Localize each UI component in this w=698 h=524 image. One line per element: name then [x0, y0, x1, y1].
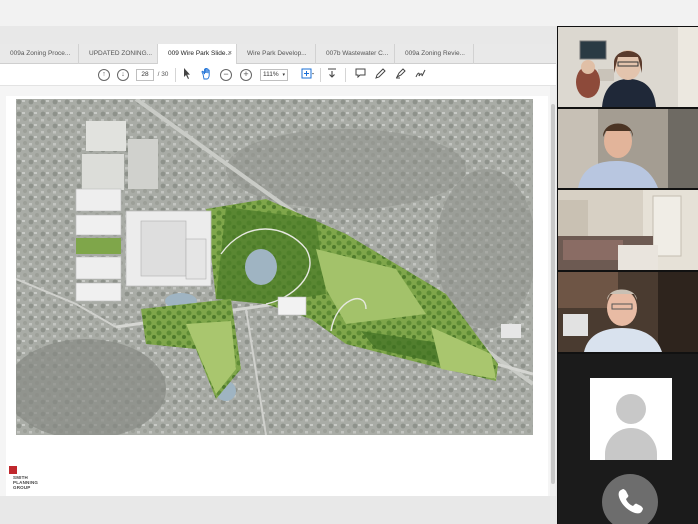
down-arrow-circle-icon[interactable]: ↓ — [117, 69, 129, 81]
tab-label: 009a Zoning Proce... — [10, 50, 71, 57]
tab-wastewater[interactable]: 007b Wastewater C... — [316, 44, 395, 64]
logo-text: SMITH PLANNING GROUP — [13, 475, 38, 490]
participant-video-4[interactable] — [558, 272, 698, 352]
tab-bar: 009a Zoning Proce... UPDATED ZONING... 0… — [0, 44, 556, 64]
tab-wire-park-development[interactable]: Wire Park Develop... — [237, 44, 316, 64]
sign-icon[interactable] — [414, 68, 426, 82]
tab-label: 009 Wire Park Slide... — [168, 50, 231, 57]
participant-video-frame — [558, 27, 698, 107]
site-plan-aerial-map — [16, 99, 533, 435]
participant-video-frame — [558, 109, 698, 188]
participant-video-frame — [558, 190, 698, 270]
smith-planning-logo: SMITH PLANNING GROUP — [9, 466, 69, 492]
participant-video-2[interactable] — [558, 109, 698, 188]
avatar-head — [616, 394, 646, 424]
close-icon[interactable]: × — [228, 44, 232, 64]
pdf-viewer: 009a Zoning Proce... UPDATED ZONING... 0… — [0, 44, 556, 496]
page-number-input[interactable]: 28 — [136, 69, 154, 81]
participant-video-5[interactable] — [558, 354, 698, 524]
tab-wire-park-slides[interactable]: 009 Wire Park Slide... × — [158, 44, 237, 64]
pdf-toolbar: ↑ ↓ 28 / 30 − + 111% ▾ — [0, 64, 556, 86]
user-avatar-icon — [590, 378, 672, 460]
tab-updated-zoning[interactable]: UPDATED ZONING... — [79, 44, 158, 64]
page-total: / 30 — [157, 71, 169, 78]
screen: 009a Zoning Proce... UPDATED ZONING... 0… — [0, 0, 698, 524]
download-icon[interactable] — [326, 68, 338, 82]
tab-zoning-review[interactable]: 009a Zoning Revie... — [395, 44, 474, 64]
tab-label: UPDATED ZONING... — [89, 50, 153, 57]
logo-mark — [9, 466, 17, 474]
tab-label: Wire Park Develop... — [247, 50, 307, 57]
chevron-down-icon: ▾ — [282, 72, 285, 78]
avatar-body — [605, 428, 657, 460]
pen-icon[interactable] — [374, 68, 386, 82]
participant-video-1[interactable] — [558, 27, 698, 107]
divider — [320, 68, 321, 82]
tab-label: 007b Wastewater C... — [326, 50, 389, 57]
divider — [175, 68, 176, 82]
logo-line: GROUP — [13, 485, 31, 490]
zoom-in-icon[interactable]: + — [240, 69, 252, 81]
phone-icon[interactable] — [602, 474, 658, 524]
fit-page-icon[interactable] — [300, 68, 316, 82]
tab-zoning-process[interactable]: 009a Zoning Proce... — [0, 44, 79, 64]
participant-video-3[interactable] — [558, 190, 698, 270]
video-participants-panel — [557, 26, 698, 524]
hand-icon[interactable] — [200, 67, 212, 82]
zoom-out-icon[interactable]: − — [220, 69, 232, 81]
highlight-icon[interactable] — [394, 68, 406, 82]
top-bar — [0, 0, 698, 26]
zoom-level-select[interactable]: 111% ▾ — [260, 69, 288, 81]
pointer-icon[interactable] — [182, 68, 192, 82]
tab-label: 009a Zoning Revie... — [405, 50, 465, 57]
zoom-level-value: 111% — [263, 71, 279, 78]
divider — [345, 68, 346, 82]
comment-icon[interactable] — [354, 68, 366, 82]
scrollbar-thumb[interactable] — [551, 104, 555, 484]
up-arrow-circle-icon[interactable]: ↑ — [98, 69, 110, 81]
participant-video-frame — [558, 272, 698, 352]
